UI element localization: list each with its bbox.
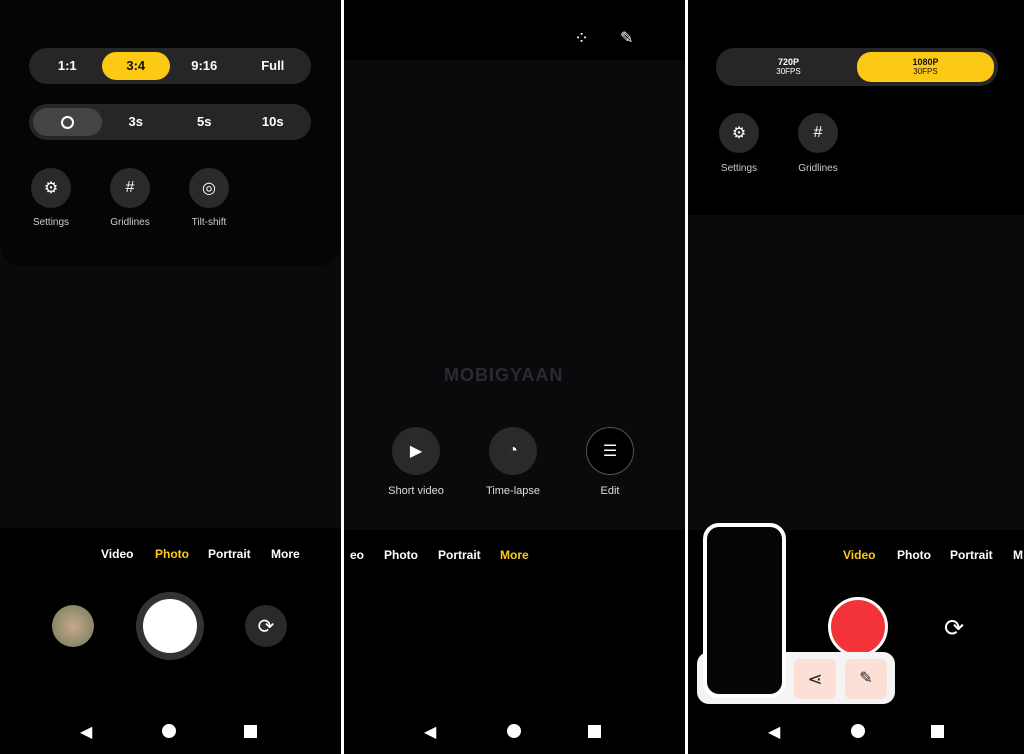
nav-back-icon[interactable]: ◀: [424, 722, 436, 742]
switch-camera-button[interactable]: ⟳: [245, 605, 287, 647]
mode-photo[interactable]: Photo: [384, 548, 418, 562]
nav-recents-icon[interactable]: [244, 725, 257, 738]
share-button[interactable]: ⋖: [794, 659, 836, 699]
aspect-1-1[interactable]: 1:1: [33, 52, 102, 80]
pencil-icon: ✎: [859, 670, 873, 687]
tilt-shift-icon: ◎: [202, 180, 216, 197]
mode-video[interactable]: Video: [101, 547, 133, 561]
gridlines-button[interactable]: #: [798, 113, 838, 153]
switch-camera-icon[interactable]: ⟳: [944, 614, 964, 643]
nav-home-icon[interactable]: [507, 724, 521, 738]
resolution-selector: 720P 30FPS 1080P 30FPS: [716, 48, 998, 86]
res-720p[interactable]: 720P 30FPS: [720, 52, 857, 82]
clock-icon: [60, 116, 74, 130]
gridlines-label: Gridlines: [110, 217, 150, 228]
grid-icon: #: [125, 179, 135, 196]
nav-recents-icon[interactable]: [931, 725, 944, 738]
timer-10s[interactable]: 10s: [239, 108, 308, 136]
settings-label: Settings: [720, 163, 758, 174]
tilt-shift-label: Tilt-shift: [191, 217, 227, 228]
settings-label: Settings: [32, 217, 70, 228]
sliders-icon: ☰: [602, 443, 618, 460]
edit-square-icon[interactable]: ✎: [620, 28, 633, 48]
fps-label: 30FPS: [913, 67, 938, 76]
settings-button[interactable]: ⚙: [31, 168, 71, 208]
mode-more[interactable]: More: [500, 548, 529, 562]
mode-portrait[interactable]: Portrait: [950, 548, 993, 562]
aspect-full[interactable]: Full: [239, 52, 308, 80]
gear-icon: ⚙: [731, 125, 747, 142]
screenshot-preview[interactable]: [703, 523, 786, 698]
mode-portrait[interactable]: Portrait: [208, 547, 251, 561]
viewfinder: [688, 215, 1024, 530]
aspect-9-16[interactable]: 9:16: [170, 52, 239, 80]
gear-icon: ⚙: [43, 180, 59, 197]
gridlines-label: Gridlines: [798, 163, 838, 174]
gridlines-button[interactable]: #: [110, 168, 150, 208]
record-button[interactable]: [828, 597, 888, 657]
camera-more-screen: ⁘ ✎ MOBIGYAAN ▶ Short video ◔ Time-lapse…: [344, 0, 685, 754]
edit-label: Edit: [600, 485, 620, 497]
settings-button[interactable]: ⚙: [719, 113, 759, 153]
share-icon: ⋖: [807, 669, 823, 689]
timer-3s[interactable]: 3s: [102, 108, 171, 136]
mode-photo[interactable]: Photo: [897, 548, 931, 562]
edit-screenshot-button[interactable]: ✎: [845, 659, 887, 699]
timelapse-icon: ◔: [508, 442, 518, 459]
mode-video[interactable]: Video: [843, 548, 875, 562]
nav-home-icon[interactable]: [162, 724, 176, 738]
edit-button[interactable]: ☰: [586, 427, 634, 475]
short-video-label: Short video: [388, 485, 444, 497]
res-1080p[interactable]: 1080P 30FPS: [857, 52, 994, 82]
watermark: MOBIGYAAN: [444, 365, 564, 385]
res-label: 1080P: [912, 57, 939, 67]
short-video-button[interactable]: ▶: [392, 427, 440, 475]
nav-back-icon[interactable]: ◀: [80, 722, 92, 742]
mode-photo[interactable]: Photo: [155, 547, 189, 561]
shutter-button[interactable]: [136, 592, 204, 660]
rotate-camera-icon: ⟳: [257, 615, 275, 638]
gallery-thumbnail[interactable]: [52, 605, 94, 647]
timer-off[interactable]: [33, 108, 102, 136]
grid-icon: #: [813, 124, 823, 141]
nav-back-icon[interactable]: ◀: [768, 722, 780, 742]
mode-more[interactable]: M: [1013, 548, 1023, 562]
mode-portrait[interactable]: Portrait: [438, 548, 481, 562]
aspect-3-4[interactable]: 3:4: [101, 52, 170, 80]
nav-recents-icon[interactable]: [588, 725, 601, 738]
play-circle-icon: ▶: [409, 443, 423, 460]
time-lapse-button[interactable]: ◔: [489, 427, 537, 475]
aspect-ratio-selector: 1:1 3:4 9:16 Full: [29, 48, 311, 84]
apps-grid-icon[interactable]: ⁘: [574, 28, 589, 49]
mode-video[interactable]: eo: [350, 548, 364, 562]
tilt-shift-button[interactable]: ◎: [189, 168, 229, 208]
camera-video-screen: 720P 30FPS 1080P 30FPS ⚙ Settings # Gridli…: [688, 0, 1024, 754]
timer-selector: 3s 5s 10s: [29, 104, 311, 140]
time-lapse-label: Time-lapse: [486, 485, 540, 497]
timer-5s[interactable]: 5s: [170, 108, 239, 136]
nav-home-icon[interactable]: [851, 724, 865, 738]
res-label: 720P: [777, 57, 800, 67]
mode-more[interactable]: More: [271, 547, 300, 561]
camera-photo-screen: 1:1 3:4 9:16 Full 3s 5s 10s ⚙ Settings #…: [0, 0, 341, 754]
fps-label: 30FPS: [776, 67, 801, 76]
